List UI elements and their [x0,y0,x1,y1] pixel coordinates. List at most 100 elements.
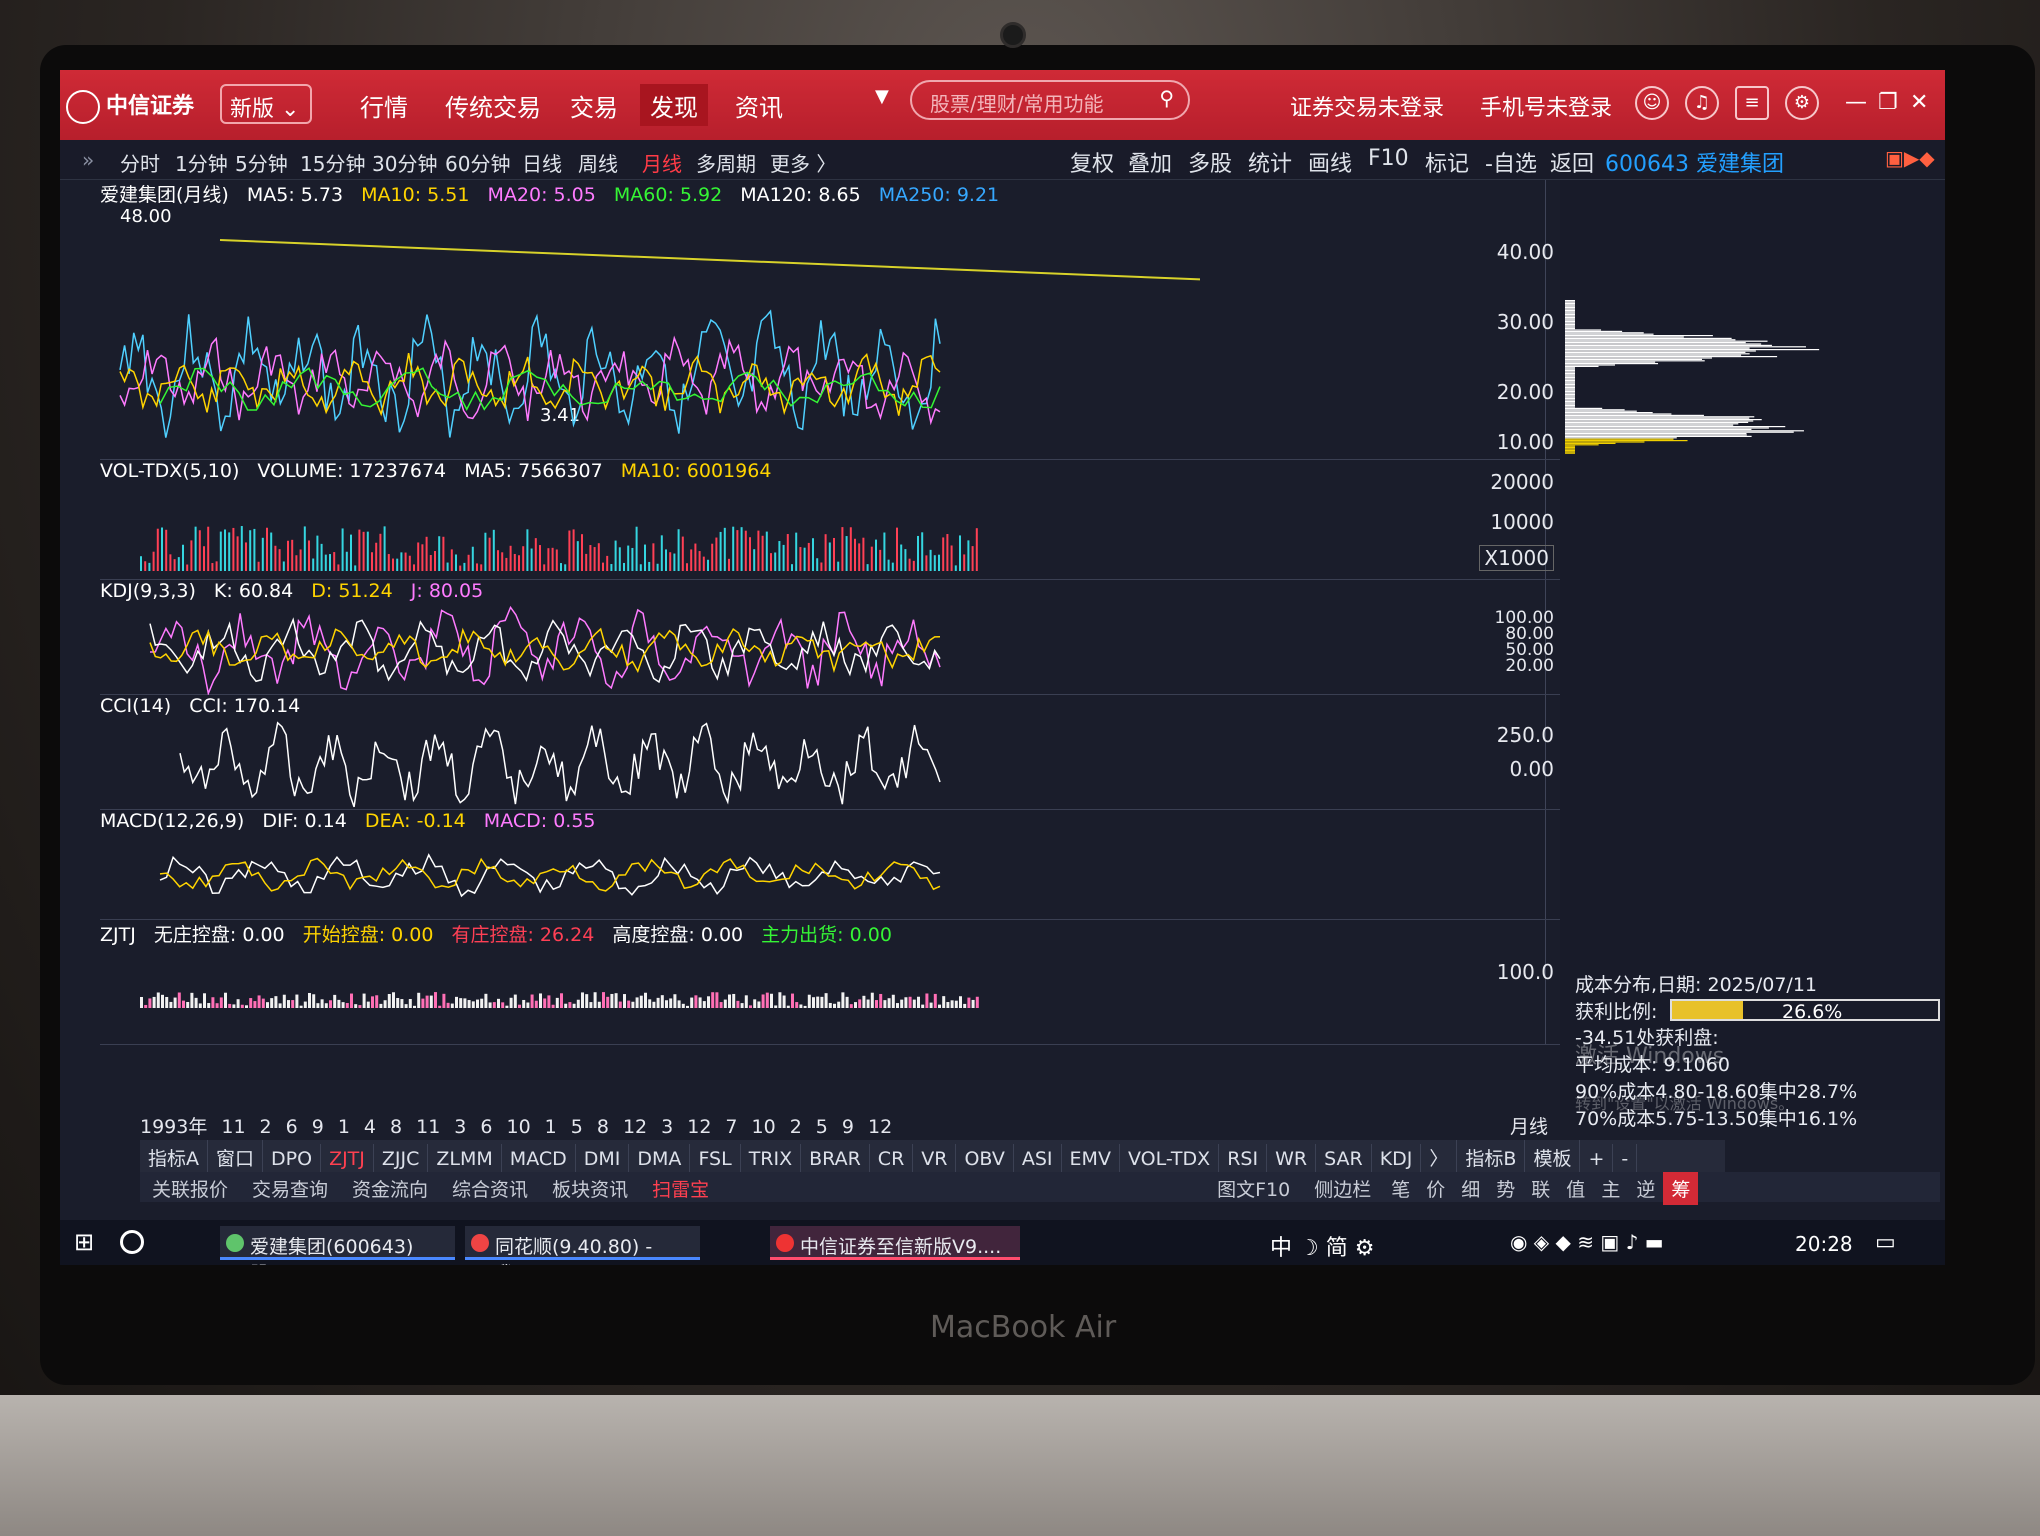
indicator-tab[interactable]: BRAR [801,1144,870,1174]
side-tab[interactable]: 联 [1523,1172,1558,1205]
indicator-tab[interactable]: KDJ [1372,1144,1422,1174]
period-weekly[interactable]: 周线 [578,148,618,177]
menu-item-news[interactable]: 资讯 [725,84,793,126]
tool-stats[interactable]: 统计 [1248,146,1292,178]
taskbar-item[interactable]: 爱建集团(600643)股... [220,1226,455,1265]
period-60min[interactable]: 60分钟 [445,148,510,177]
phone-login-status[interactable]: 手机号未登录 [1480,90,1612,122]
indicator-tab[interactable]: - [1613,1144,1638,1174]
zjtj-bar [190,992,194,1008]
dropdown-arrow-icon[interactable]: ▼ [875,86,889,107]
menu-item-trade[interactable]: 交易 [560,84,628,126]
indicator-tab[interactable]: EMV [1062,1144,1120,1174]
maximize-icon[interactable]: ❐ [1878,90,1898,115]
side-tab[interactable]: 主 [1593,1172,1628,1205]
period-5min[interactable]: 5分钟 [235,148,288,177]
bottom-tab[interactable]: 板块资讯 [540,1172,640,1205]
bottom-tab[interactable]: 资金流向 [340,1172,440,1205]
volume-bar [505,557,508,571]
system-tray-icons[interactable]: ◉ ◈ ◆ ≋ ▣ ♪ ▬ [1510,1230,1664,1254]
side-tab[interactable]: 逆 [1628,1172,1663,1205]
period-daily[interactable]: 日线 [522,148,562,177]
indicator-tab[interactable]: 〉 [1421,1140,1458,1175]
bottom-tab[interactable]: 关联报价 [140,1172,240,1205]
indicator-tab[interactable]: + [1580,1144,1614,1174]
search-input[interactable]: 股票/理财/常用功能 ⚲ [910,80,1190,120]
indicator-tab[interactable]: ZLMM [428,1144,502,1174]
tool-f10[interactable]: F10 [1368,146,1409,171]
indicator-tab[interactable]: TRIX [741,1144,802,1174]
minimize-icon[interactable]: — [1845,90,1867,115]
indicator-tab[interactable]: 窗口 [208,1140,264,1175]
side-tab[interactable]: 势 [1488,1172,1523,1205]
taskbar-item-active[interactable]: 中信证券至信新版V9.... [770,1226,1020,1260]
notification-icon[interactable]: ▭ [1875,1230,1896,1255]
period-30min[interactable]: 30分钟 [372,148,437,177]
period-1min[interactable]: 1分钟 [175,148,228,177]
tool-multistock[interactable]: 多股 [1188,146,1232,178]
side-tab[interactable]: 价 [1418,1172,1453,1205]
side-tab[interactable]: 细 [1453,1172,1488,1205]
indicator-tab[interactable]: RSI [1219,1144,1268,1174]
indicator-tab[interactable]: ASI [1014,1144,1062,1174]
bottom-right-tab[interactable]: 图文F10 [1205,1172,1302,1205]
tool-overlay[interactable]: 叠加 [1128,146,1172,178]
tool-adjust[interactable]: 复权 [1070,146,1114,178]
indicator-tab[interactable]: VOL-TDX [1120,1144,1220,1174]
windows-start-icon[interactable]: ⊞ [74,1228,94,1256]
indicator-tab[interactable]: FSL [690,1144,741,1174]
indicator-tab[interactable]: CR [870,1144,914,1174]
time-tick: 2 [259,1116,272,1138]
cortana-icon[interactable] [120,1230,144,1254]
ime-indicator[interactable]: 中 ☽ 简 ⚙ [1270,1230,1375,1262]
tool-mark[interactable]: 标记 [1425,146,1469,178]
zjtj-bar [173,997,177,1008]
indicator-tab[interactable]: DMA [629,1144,691,1174]
indicator-tab[interactable]: DMI [576,1144,630,1174]
indicator-tab[interactable]: OBV [956,1144,1014,1174]
indicator-tab[interactable]: 模板 [1525,1140,1581,1175]
period-timeshare[interactable]: 分时 [120,148,160,177]
zjtj-bar [753,999,757,1008]
bottom-tab[interactable]: 交易查询 [240,1172,340,1205]
side-tab[interactable]: 值 [1558,1172,1593,1205]
volume-bar [677,529,680,571]
tool-back[interactable]: 返回 [1550,146,1594,178]
side-tab[interactable]: 笔 [1383,1172,1418,1205]
tool-watchlist[interactable]: -自选 [1485,146,1537,178]
search-icon[interactable]: ⚲ [1159,86,1174,110]
bottom-tab[interactable]: 扫雷宝 [640,1172,721,1205]
indicator-tab[interactable]: VR [913,1144,957,1174]
indicator-tab[interactable]: ZJJC [374,1144,429,1174]
taskbar-item[interactable]: 同花顺(9.40.80) - 我... [465,1226,700,1265]
side-tab[interactable]: 筹 [1663,1172,1699,1205]
message-icon[interactable]: ≡ [1735,86,1769,120]
headset-icon[interactable]: ♫ [1685,86,1719,120]
indicator-tab[interactable]: MACD [502,1144,576,1174]
menu-item-discover[interactable]: 发现 [640,84,708,126]
indicator-tab[interactable]: ZJTJ [321,1144,374,1174]
window-tool-icons[interactable]: ▣▶◆ [1885,146,1935,170]
tool-draw[interactable]: 画线 [1308,146,1352,178]
bottom-tab[interactable]: 综合资讯 [440,1172,540,1205]
bottom-right-tab[interactable]: 侧边栏 [1302,1172,1383,1205]
period-monthly[interactable]: 月线 [642,148,682,177]
assistant-icon[interactable]: ☺ [1635,86,1669,120]
indicator-tab[interactable]: 指标B [1457,1140,1526,1175]
indicator-tab[interactable]: WR [1267,1144,1317,1174]
period-15min[interactable]: 15分钟 [300,148,365,177]
series-line [179,721,941,808]
period-more[interactable]: 更多 〉 [770,148,836,177]
settings-gear-icon[interactable]: ⚙ [1785,86,1819,120]
period-multi[interactable]: 多周期 [696,148,756,177]
menu-item-traditional-trading[interactable]: 传统交易 [435,84,551,126]
expand-icon[interactable]: » [82,148,94,172]
menu-item-quotes[interactable]: 行情 [350,84,418,126]
trade-login-status[interactable]: 证券交易未登录 [1290,90,1444,122]
version-dropdown[interactable]: 新版 ⌄ [220,84,312,124]
zjtj-bar [623,994,626,1008]
indicator-tab[interactable]: DPO [263,1144,322,1174]
indicator-tab[interactable]: SAR [1316,1144,1372,1174]
indicator-tab[interactable]: 指标A [140,1140,208,1175]
close-icon[interactable]: ✕ [1910,90,1928,115]
